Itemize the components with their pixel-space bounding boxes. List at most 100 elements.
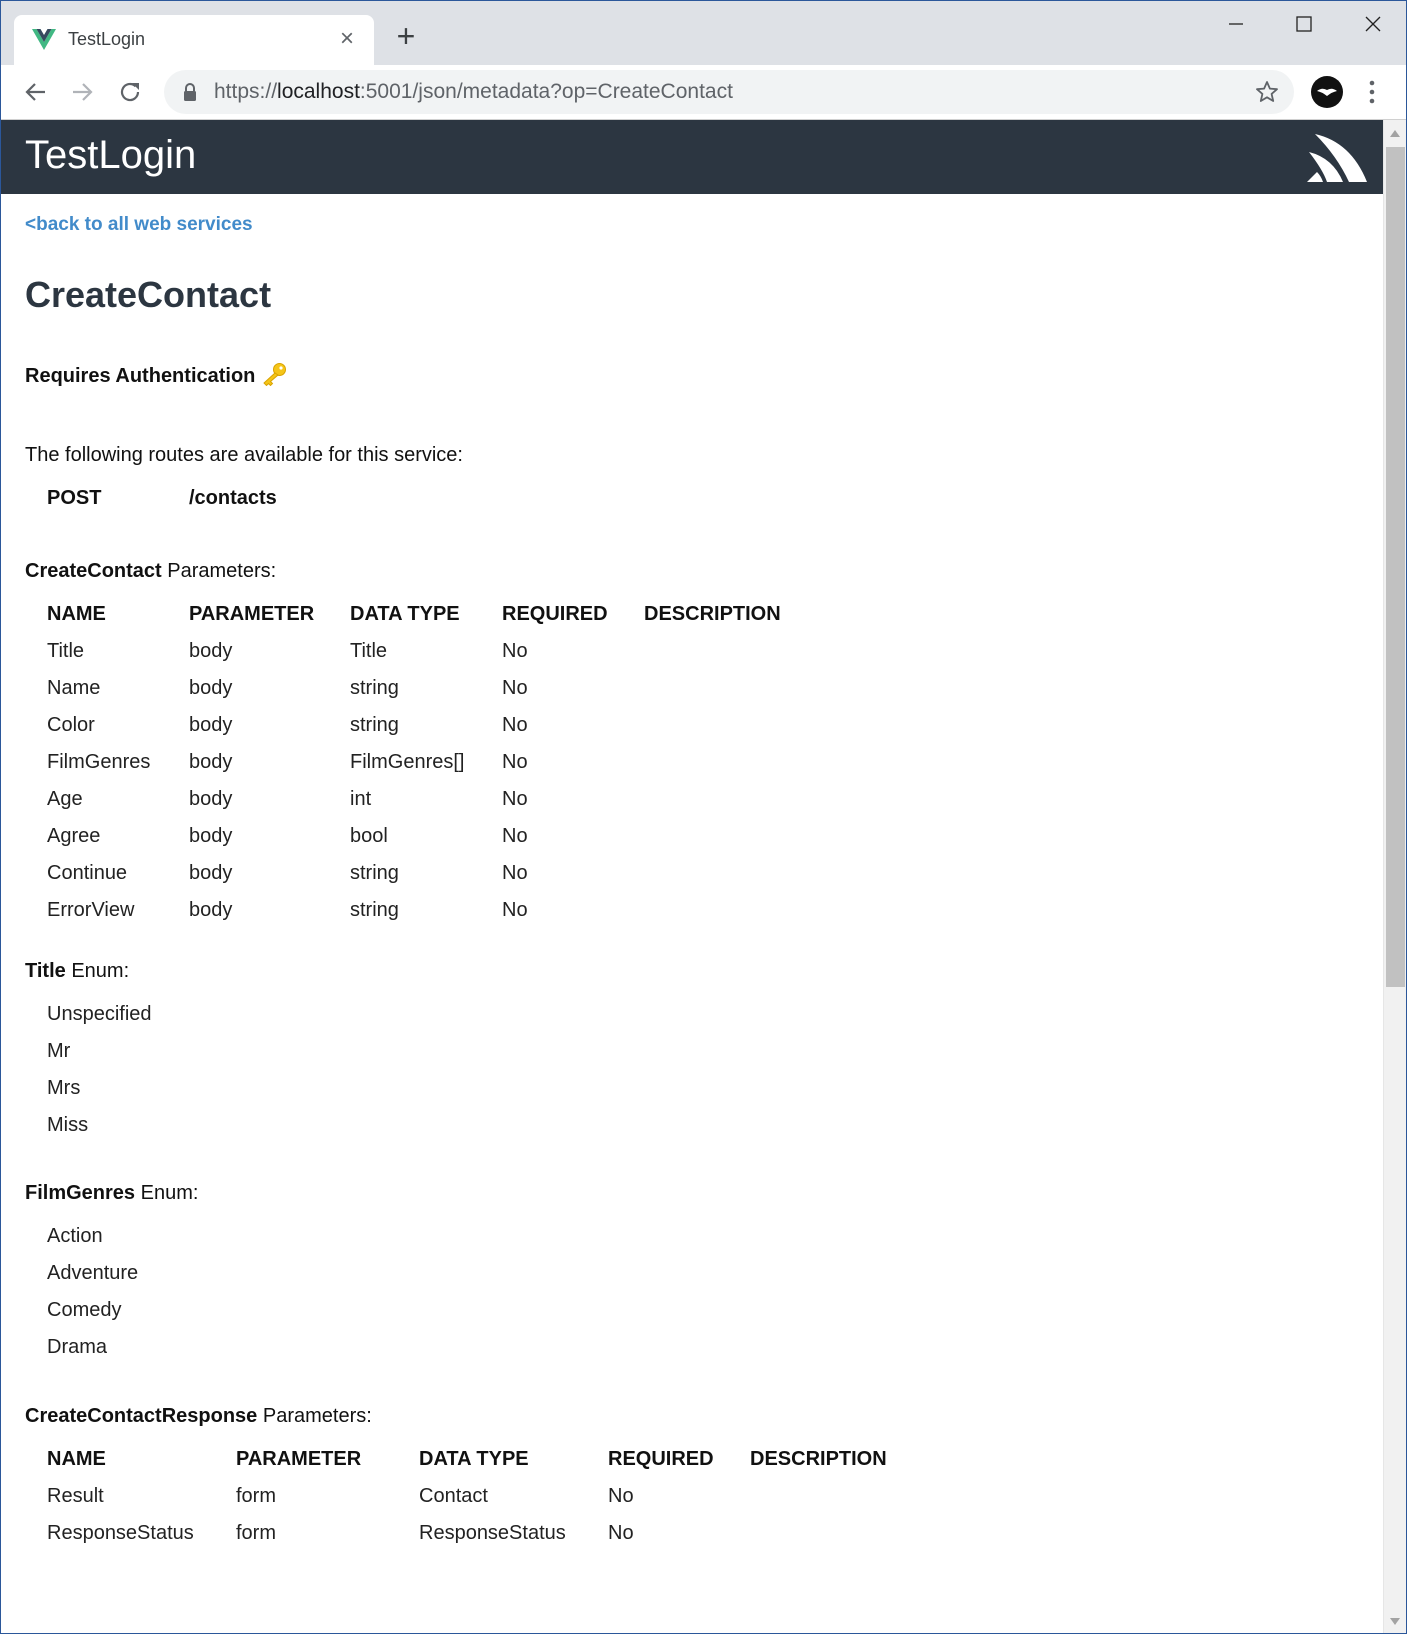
table-cell: bool: [350, 825, 388, 847]
table-cell: string: [350, 714, 399, 736]
table-cell: Name: [47, 677, 101, 699]
address-bar[interactable]: https://localhost:5001/json/metadata?op=…: [164, 70, 1294, 114]
list-item: Unspecified: [47, 1003, 152, 1025]
column-header: DATA TYPE: [350, 603, 460, 625]
tab-strip: TestLogin × +: [1, 1, 1406, 65]
table-cell: Agree: [47, 825, 101, 847]
table-cell: No: [502, 677, 528, 699]
table-cell: ErrorView: [47, 899, 135, 921]
table-cell: body: [189, 677, 233, 699]
table-cell: Age: [47, 788, 83, 810]
list-item: Drama: [47, 1336, 108, 1358]
maximize-icon[interactable]: [1284, 9, 1324, 39]
title-enum-title: Title Enum:: [25, 960, 130, 982]
table-cell: body: [189, 751, 233, 773]
page-viewport: TestLogin <back to all web services Crea…: [1, 120, 1383, 1633]
list-item: Mrs: [47, 1077, 81, 1099]
window-close-icon[interactable]: [1353, 9, 1393, 39]
url-text: https://localhost:5001/json/metadata?op=…: [214, 80, 733, 103]
minimize-icon[interactable]: [1216, 9, 1256, 39]
list-item: Mr: [47, 1040, 71, 1062]
profile-avatar-icon[interactable]: [1311, 76, 1343, 108]
column-header: PARAMETER: [189, 603, 315, 625]
routes-intro: The following routes are available for t…: [25, 444, 463, 466]
column-header: REQUIRED: [502, 603, 608, 625]
key-icon: [263, 363, 287, 386]
tab-testlogin[interactable]: TestLogin ×: [14, 15, 374, 65]
table-cell: string: [350, 862, 399, 884]
column-header: REQUIRED: [608, 1448, 714, 1470]
table-cell: No: [502, 751, 528, 773]
site-header: TestLogin: [1, 120, 1383, 194]
route-verb: POST: [47, 487, 102, 509]
table-cell: Result: [47, 1485, 104, 1507]
column-header: PARAMETER: [236, 1448, 362, 1470]
table-cell: ResponseStatus: [419, 1522, 566, 1544]
auth-label: Requires Authentication: [25, 365, 256, 387]
table-cell: No: [502, 825, 528, 847]
new-tab-icon[interactable]: +: [391, 20, 421, 52]
table-cell: FilmGenres: [47, 751, 151, 773]
genres-enum-list: Action Adventure Comedy Drama: [47, 1225, 138, 1373]
table-cell: string: [350, 677, 399, 699]
back-arrow-icon[interactable]: [19, 75, 53, 109]
bookmark-star-icon[interactable]: [1254, 79, 1280, 105]
response-params-title: CreateContactResponse Parameters:: [25, 1405, 372, 1427]
table-cell: Color: [47, 714, 95, 736]
column-header: NAME: [47, 1448, 106, 1470]
table-cell: No: [502, 788, 528, 810]
table-cell: ResponseStatus: [47, 1522, 194, 1544]
route-path: /contacts: [189, 487, 277, 509]
list-item: Miss: [47, 1114, 89, 1136]
servicestack-logo-icon: [1307, 134, 1367, 182]
table-cell: form: [236, 1485, 276, 1507]
forward-arrow-icon[interactable]: [65, 75, 99, 109]
table-cell: Contact: [419, 1485, 488, 1507]
table-cell: body: [189, 899, 233, 921]
vertical-scrollbar[interactable]: [1383, 120, 1406, 1633]
scroll-up-arrow-icon[interactable]: [1390, 130, 1400, 137]
browser-menu-icon[interactable]: [1367, 77, 1377, 107]
browser-window: TestLogin × + https://localhost:5001/jso…: [0, 0, 1407, 1634]
table-cell: No: [502, 862, 528, 884]
table-cell: form: [236, 1522, 276, 1544]
page-title: CreateContact: [25, 274, 272, 315]
table-cell: body: [189, 825, 233, 847]
column-header: DESCRIPTION: [750, 1448, 887, 1470]
column-header: NAME: [47, 603, 106, 625]
list-item: Comedy: [47, 1299, 122, 1321]
table-cell: No: [608, 1522, 634, 1544]
table-cell: No: [502, 714, 528, 736]
table-cell: body: [189, 788, 233, 810]
table-cell: Continue: [47, 862, 128, 884]
column-header: DATA TYPE: [419, 1448, 529, 1470]
table-cell: Title: [350, 640, 388, 662]
request-params-title: CreateContact Parameters:: [25, 560, 277, 582]
list-item: Adventure: [47, 1262, 139, 1284]
reload-icon[interactable]: [113, 75, 147, 109]
scrollbar-thumb[interactable]: [1386, 147, 1405, 987]
back-to-services-link[interactable]: <back to all web services: [25, 214, 253, 236]
table-cell: Title: [47, 640, 85, 662]
tab-title: TestLogin: [68, 29, 146, 49]
table-cell: FilmGenres[]: [350, 751, 465, 773]
scroll-down-arrow-icon[interactable]: [1390, 1618, 1400, 1625]
table-cell: int: [350, 788, 372, 810]
table-cell: body: [189, 714, 233, 736]
table-cell: No: [608, 1485, 634, 1507]
table-cell: string: [350, 899, 399, 921]
title-enum-list: Unspecified Mr Mrs Miss: [47, 1003, 152, 1151]
site-title: TestLogin: [25, 133, 197, 177]
tab-close-icon[interactable]: ×: [334, 26, 360, 52]
lock-icon: [184, 83, 196, 101]
column-header: DESCRIPTION: [644, 603, 781, 625]
genres-enum-title: FilmGenres Enum:: [25, 1182, 199, 1204]
vue-logo-icon: [32, 29, 56, 50]
table-cell: body: [189, 640, 233, 662]
list-item: Action: [47, 1225, 103, 1247]
auth-requirement: Requires Authentication: [25, 362, 287, 388]
table-cell: No: [502, 899, 528, 921]
table-cell: body: [189, 862, 233, 884]
table-cell: No: [502, 640, 528, 662]
browser-toolbar: https://localhost:5001/json/metadata?op=…: [1, 65, 1406, 120]
